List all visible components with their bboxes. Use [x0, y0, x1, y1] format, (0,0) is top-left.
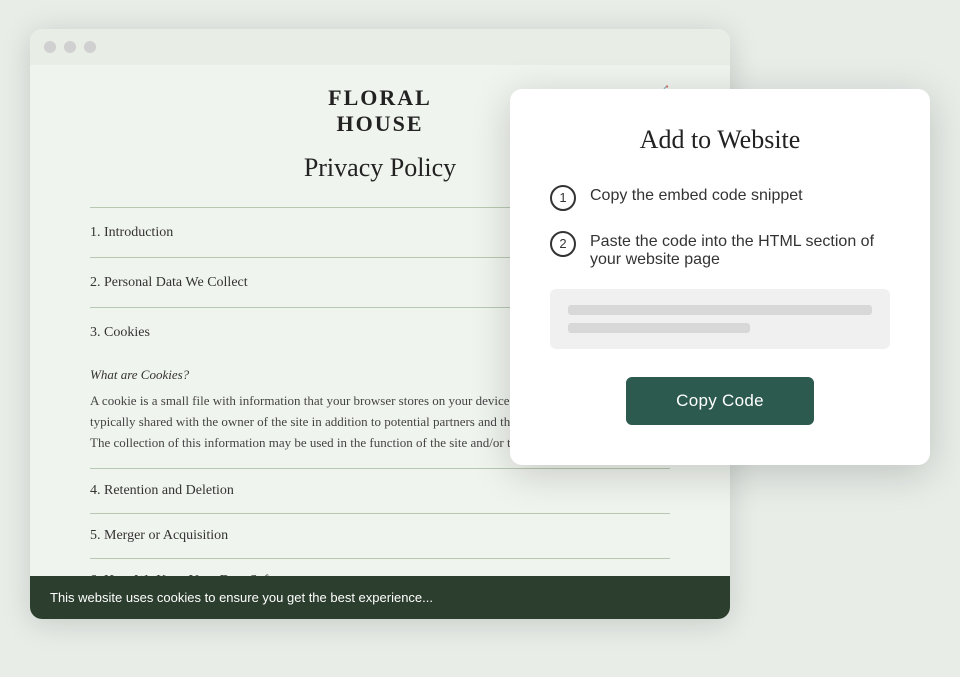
modal-panel: Add to Website 1 Copy the embed code sni…: [510, 89, 930, 465]
traffic-light-yellow[interactable]: [64, 41, 76, 53]
modal-step-1: 1 Copy the embed code snippet: [550, 185, 890, 211]
copy-code-button[interactable]: Copy Code: [626, 377, 814, 425]
accordion-item-merger[interactable]: 5. Merger or Acquisition: [90, 513, 670, 558]
step-1-text: Copy the embed code snippet: [590, 185, 803, 205]
logo: FLORAL HOUSE: [328, 85, 432, 138]
accordion-label: 4. Retention and Deletion: [90, 483, 234, 499]
code-snippet-box: [550, 289, 890, 349]
accordion-item-retention[interactable]: 4. Retention and Deletion: [90, 468, 670, 513]
step-1-circle: 1: [550, 185, 576, 211]
accordion-label: 3. Cookies: [90, 325, 150, 341]
accordion-label: 5. Merger or Acquisition: [90, 528, 228, 544]
accordion-label: 1. Introduction: [90, 225, 173, 241]
code-line-2: [568, 323, 750, 333]
accordion-label: 2. Personal Data We Collect: [90, 275, 248, 291]
browser-titlebar: [30, 29, 730, 65]
traffic-light-red[interactable]: [44, 41, 56, 53]
cookie-banner: This website uses cookies to ensure you …: [30, 576, 730, 619]
traffic-light-green[interactable]: [84, 41, 96, 53]
step-2-circle: 2: [550, 231, 576, 257]
modal-step-2: 2 Paste the code into the HTML section o…: [550, 231, 890, 269]
step-2-text: Paste the code into the HTML section of …: [590, 231, 890, 269]
scene: FLORAL HOUSE 🛒 Privacy Policy 1. Introdu…: [30, 29, 930, 649]
modal-title: Add to Website: [550, 125, 890, 155]
code-line-1: [568, 305, 872, 315]
cookie-banner-text: This website uses cookies to ensure you …: [50, 590, 433, 605]
